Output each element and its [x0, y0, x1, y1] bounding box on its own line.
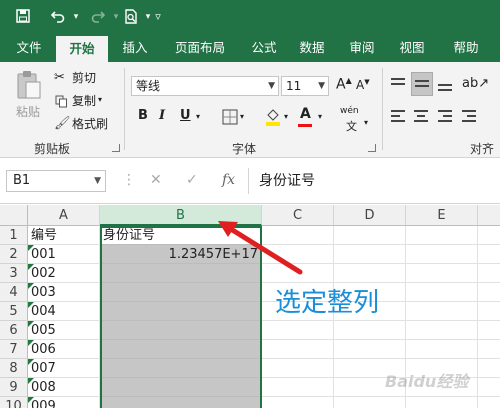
annotation-text: 选定整列: [275, 288, 380, 318]
annotation-arrow: [218, 221, 303, 275]
watermark: Baidu经验: [385, 372, 469, 391]
